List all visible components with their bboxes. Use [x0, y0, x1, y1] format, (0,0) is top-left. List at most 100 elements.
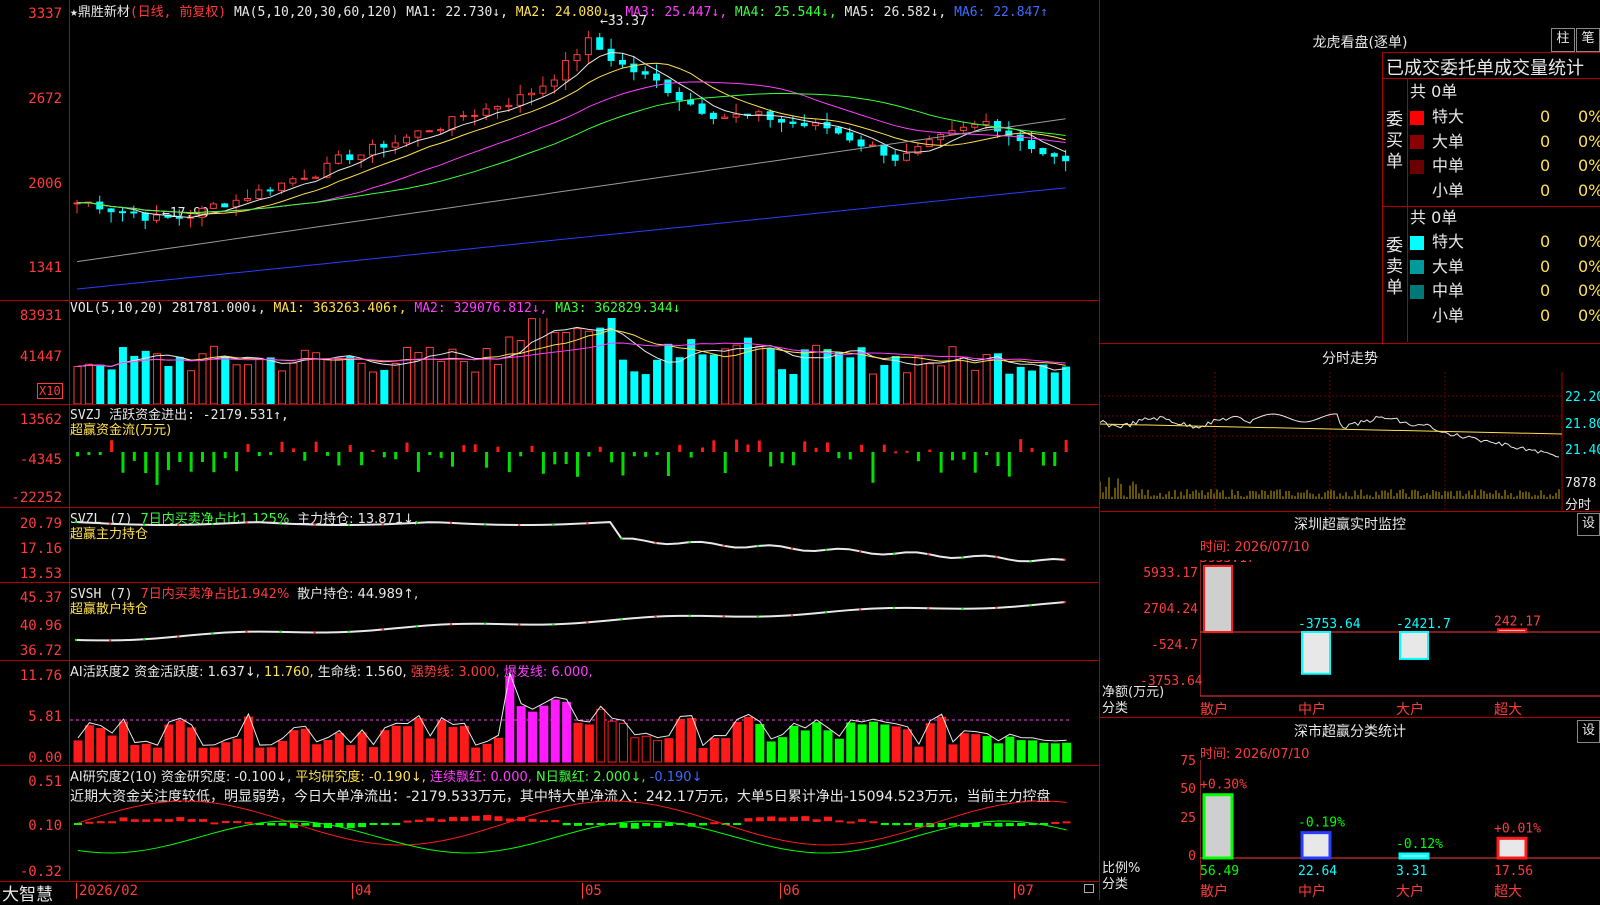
- flow-bar: [1053, 452, 1057, 466]
- sz-class-change: -0.12%: [1396, 837, 1443, 852]
- y-label: 11.76: [19, 668, 62, 684]
- order-row: 中单 0 0%: [1410, 154, 1600, 178]
- y-label: 0: [1188, 849, 1196, 864]
- flow-bar: [1030, 448, 1034, 452]
- research-bar: [835, 820, 844, 823]
- ai-research-chart[interactable]: [70, 800, 1098, 880]
- volume-bar: [1016, 366, 1025, 404]
- flow-bar: [519, 452, 523, 457]
- flow-bar: [780, 452, 784, 464]
- volume-bar: [937, 365, 946, 404]
- activity-bar: [709, 738, 719, 763]
- order-percent: 0%: [1578, 180, 1600, 200]
- research-bar: [585, 823, 594, 825]
- activity-bar: [391, 725, 401, 763]
- candle: [675, 91, 683, 101]
- research-bar: [903, 823, 912, 825]
- volume-bar: [641, 374, 650, 404]
- research-bar: [562, 823, 571, 826]
- candle: [278, 182, 286, 191]
- volume-bar: [493, 363, 502, 404]
- flow-bar: [951, 452, 954, 461]
- research-bar: [744, 818, 753, 822]
- candle: [641, 71, 649, 75]
- flow-bar: [314, 441, 318, 452]
- flow-bar: [564, 452, 568, 464]
- activity-bar: [1039, 742, 1049, 763]
- intraday-chart[interactable]: [1100, 372, 1600, 510]
- holding-dot: [620, 618, 623, 621]
- activity-bar: [618, 722, 628, 763]
- volume-chart[interactable]: [70, 318, 1098, 404]
- volume-bar: [175, 356, 184, 404]
- activity-bar: [289, 730, 299, 763]
- flow-bar: [405, 442, 409, 452]
- flow-bar: [985, 452, 989, 455]
- activity-bar: [573, 722, 583, 763]
- flow-bar: [257, 452, 261, 457]
- lock-icon[interactable]: [1084, 884, 1094, 893]
- research-bar: [108, 821, 117, 824]
- sz-class-chart[interactable]: +0.30% 56.49 散户 -0.19% 22.64 中户 -0.12% 3.31 大户 +0…: [1200, 760, 1600, 900]
- research-bar: [1005, 823, 1014, 827]
- volume-bar: [323, 358, 332, 404]
- sz-class-bar: [1300, 831, 1332, 860]
- activity-bar: [414, 718, 424, 763]
- sz-monitor-x-unit: 分类: [1102, 701, 1129, 716]
- svsh-chart[interactable]: [70, 596, 1098, 660]
- order-count: 0: [1540, 232, 1551, 251]
- volume-bar: [209, 345, 218, 404]
- activity-bar: [459, 725, 469, 763]
- flow-bar: [644, 452, 648, 457]
- candle: [732, 113, 740, 118]
- y-label: 21.40: [1565, 443, 1600, 458]
- activity-bar: [300, 728, 310, 763]
- flow-bar: [689, 452, 693, 458]
- candle: [141, 212, 149, 221]
- sz-monitor-chart[interactable]: 5933.17 散户 -3753.64 中户 -2421.7 大户 242.17 超大: [1200, 560, 1600, 716]
- flow-bar: [428, 452, 432, 455]
- order-row: 特大 0 0%: [1410, 230, 1600, 254]
- research-bar: [710, 822, 719, 825]
- kline-chart[interactable]: [70, 18, 1098, 300]
- volume-bar: [164, 365, 173, 404]
- volume-bar: [153, 353, 162, 404]
- holding-dot: [586, 522, 589, 525]
- x-tick-label: 05: [582, 883, 602, 899]
- sz-class-change: -0.19%: [1298, 816, 1345, 831]
- tick-mode-button[interactable]: 笔: [1576, 28, 1600, 52]
- holding-dot: [1063, 558, 1066, 562]
- activity-bar: [403, 726, 413, 763]
- bar-mode-button[interactable]: 柱: [1551, 28, 1575, 52]
- order-row: 中单 0 0%: [1410, 279, 1600, 303]
- volume-bar: [471, 371, 480, 404]
- sz-class-settings-button[interactable]: 设: [1577, 720, 1600, 743]
- volume-bar: [289, 362, 298, 404]
- flow-bar: [587, 452, 591, 457]
- order-percent: 0%: [1578, 256, 1600, 276]
- intraday-title: 分时走势: [1322, 351, 1378, 367]
- activity-bar: [914, 746, 924, 763]
- flow-bar: [996, 452, 1000, 467]
- activity-bar: [800, 730, 810, 763]
- sz-class-bar: [1398, 852, 1430, 860]
- candle: [391, 142, 399, 148]
- research-bar: [983, 823, 992, 826]
- sz-monitor-settings-button[interactable]: 设: [1577, 513, 1600, 536]
- activity-bar: [982, 736, 992, 763]
- flow-bar: [928, 449, 932, 452]
- research-bar: [460, 816, 469, 822]
- flow-bar: [905, 450, 909, 453]
- svzj-chart[interactable]: [70, 420, 1098, 506]
- ai-activity-chart[interactable]: [70, 672, 1098, 764]
- flow-bar: [371, 450, 375, 453]
- svzl-chart[interactable]: [70, 520, 1098, 582]
- activity-bar: [846, 722, 856, 763]
- divider: [1407, 78, 1408, 342]
- flow-bar: [655, 452, 659, 455]
- flow-bar: [678, 444, 682, 452]
- holding-dot: [313, 523, 316, 526]
- y-label: 13562: [19, 412, 62, 428]
- candle: [846, 132, 854, 141]
- candle: [971, 123, 979, 128]
